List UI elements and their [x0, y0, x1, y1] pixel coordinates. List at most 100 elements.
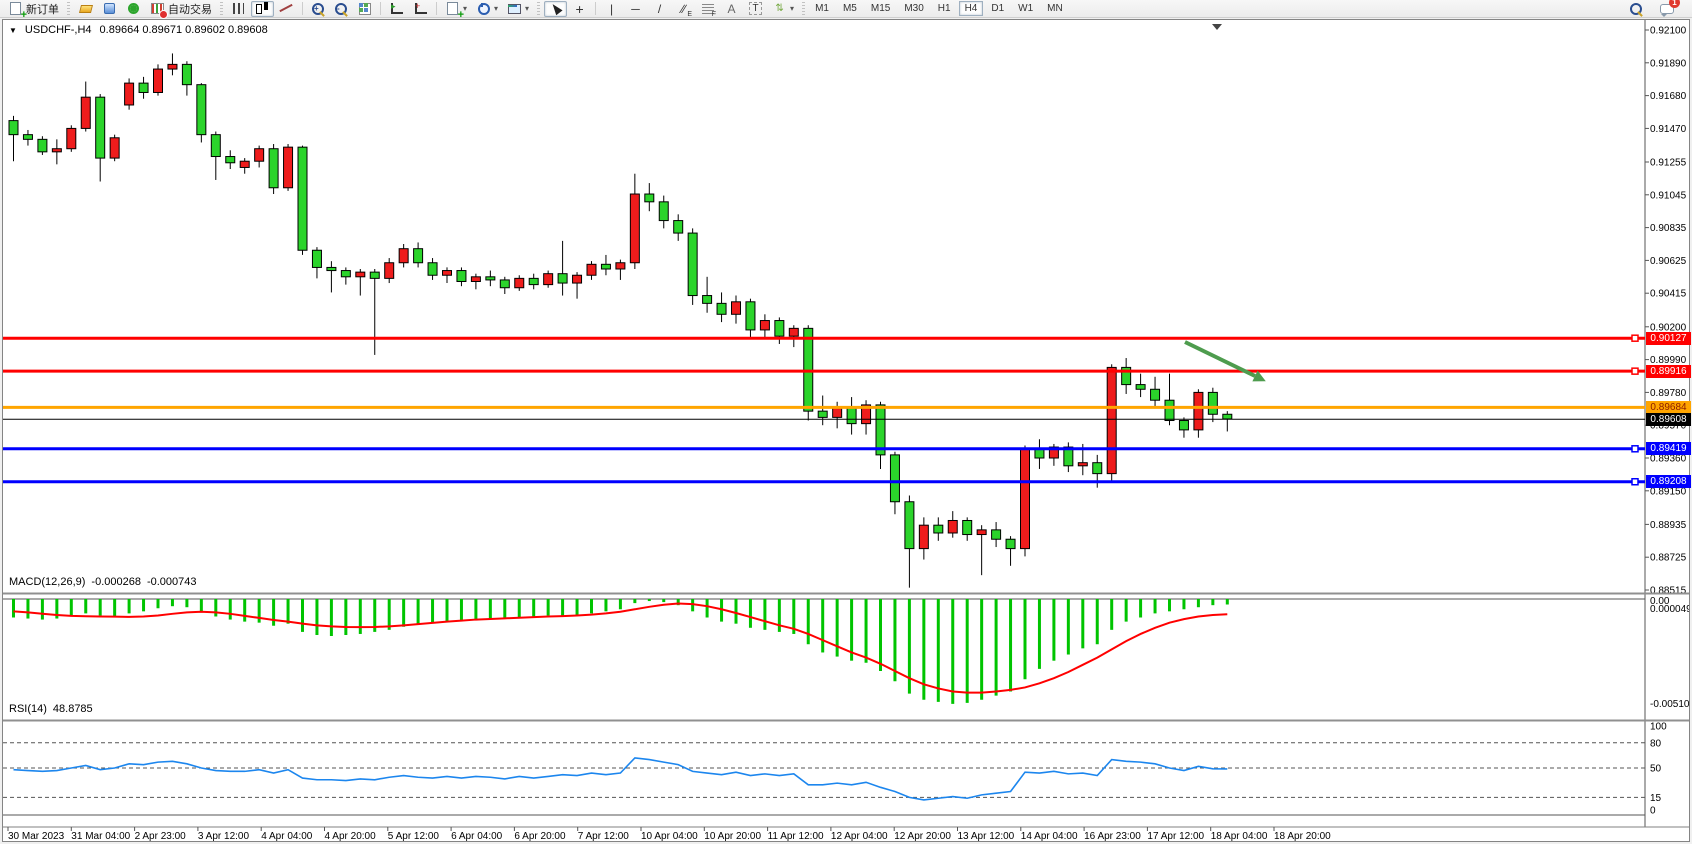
search-button[interactable]	[1625, 1, 1647, 17]
svg-text:12 Apr 04:00: 12 Apr 04:00	[831, 831, 888, 841]
template-icon	[507, 1, 522, 16]
toolbar-grip	[537, 2, 540, 15]
templates-button[interactable]: ▾	[503, 1, 533, 17]
cursor-button[interactable]	[544, 1, 567, 17]
text-label-icon: T	[748, 1, 763, 16]
line-chart-button[interactable]	[275, 1, 298, 17]
zoom-in-button[interactable]: +	[307, 1, 329, 17]
toolbar-grip	[802, 2, 805, 15]
tile-windows-button[interactable]	[353, 1, 376, 17]
toolbar-separator	[302, 2, 303, 15]
fibonacci-button[interactable]: F	[696, 1, 719, 17]
macd-signal-value: -0.000743	[147, 576, 197, 588]
timeframe-m15-button[interactable]: M15	[865, 1, 896, 16]
svg-text:5 Apr 12:00: 5 Apr 12:00	[388, 831, 440, 841]
market-watch-icon	[78, 1, 93, 16]
zoom-out-button[interactable]: -	[330, 1, 352, 17]
timeframe-group: M1M5M15M30H1H4D1W1MN	[809, 1, 1069, 16]
timeframe-d1-button[interactable]: D1	[985, 1, 1010, 16]
chat-icon: 1	[1659, 1, 1674, 16]
svg-text:2 Apr 23:00: 2 Apr 23:00	[135, 831, 187, 841]
svg-text:0.91255: 0.91255	[1650, 157, 1687, 168]
svg-text:50: 50	[1650, 764, 1662, 775]
macd-indicator-label: MACD(12,26,9) -0.000268 -0.000743	[9, 576, 197, 588]
svg-text:4 Apr 04:00: 4 Apr 04:00	[261, 831, 313, 841]
timeframe-m30-button[interactable]: M30	[898, 1, 929, 16]
vertical-line-icon: |	[604, 1, 619, 16]
fibonacci-icon: F	[700, 1, 715, 16]
search-icon	[1629, 2, 1643, 16]
toolbar-separator	[595, 2, 596, 15]
auto-trading-icon	[150, 1, 165, 16]
auto-scroll-icon: ▸	[389, 1, 404, 16]
chevron-down-icon: ▾	[494, 4, 498, 13]
auto-trading-button[interactable]: 自动交易	[146, 1, 216, 17]
bar-chart-button[interactable]	[227, 1, 250, 17]
tile-windows-icon	[357, 1, 372, 16]
level-price-badge: 0.89916	[1646, 365, 1691, 378]
svg-text:100: 100	[1650, 722, 1667, 733]
candlestick-chart-button[interactable]	[251, 1, 274, 17]
timeframe-w1-button[interactable]: W1	[1012, 1, 1039, 16]
chart-shift-icon: +	[413, 1, 428, 16]
timeframe-h1-button[interactable]: H1	[932, 1, 957, 16]
toolbar-separator	[380, 2, 381, 15]
horizontal-line-button[interactable]: ─	[624, 1, 647, 17]
svg-text:12 Apr 20:00: 12 Apr 20:00	[894, 831, 951, 841]
svg-text:0.88725: 0.88725	[1650, 553, 1687, 564]
zoom-out-icon: -	[334, 2, 348, 16]
data-window-button[interactable]	[98, 1, 121, 17]
indicators-icon	[445, 1, 460, 16]
svg-text:0.91470: 0.91470	[1650, 124, 1687, 135]
collapse-triangle-icon[interactable]: ▼	[9, 26, 17, 35]
vertical-line-button[interactable]: |	[600, 1, 623, 17]
arrows-icon: ⇅	[772, 1, 787, 16]
navigator-button[interactable]	[122, 1, 145, 17]
svg-text:7 Apr 12:00: 7 Apr 12:00	[578, 831, 630, 841]
svg-text:15: 15	[1650, 793, 1662, 804]
periods-button[interactable]: ▾	[472, 1, 502, 17]
horizontal-line-icon: ─	[628, 1, 643, 16]
chart-window[interactable]: ▼ USDCHF-,H4 0.89664 0.89671 0.89602 0.8…	[2, 19, 1690, 842]
trendline-icon: /	[652, 1, 667, 16]
chart-shift-button[interactable]: +	[409, 1, 432, 17]
new-order-label: 新订单	[26, 1, 59, 17]
notification-badge: 1	[1669, 0, 1680, 8]
text-button[interactable]: A	[720, 1, 743, 17]
price-chart-canvas[interactable]: 0.921000.918900.916800.914700.912550.910…	[3, 20, 1689, 841]
trading-terminal-window: 新订单 自动交易 + - ▸ + ▾ ▾ ▾ + | ─ / ∕∕E F A	[0, 0, 1692, 844]
candlestick-chart-icon	[255, 1, 270, 16]
svg-text:0.91680: 0.91680	[1650, 91, 1687, 102]
chevron-down-icon: ▾	[790, 4, 794, 13]
arrows-button[interactable]: ⇅▾	[768, 1, 798, 17]
svg-text:0.90835: 0.90835	[1650, 223, 1687, 234]
rsi-indicator-label: RSI(14) 48.8785	[9, 703, 93, 715]
indicators-button[interactable]: ▾	[441, 1, 471, 17]
equidistant-channel-icon: ∕∕E	[676, 1, 691, 16]
level-price-badge: 0.89208	[1646, 475, 1691, 488]
timeframe-m5-button[interactable]: M5	[837, 1, 863, 16]
auto-scroll-button[interactable]: ▸	[385, 1, 408, 17]
crosshair-button[interactable]: +	[568, 1, 591, 17]
trendline-button[interactable]: /	[648, 1, 671, 17]
text-label-button[interactable]: T	[744, 1, 767, 17]
toolbar-grip	[67, 2, 70, 15]
level-price-badge: 0.90127	[1646, 332, 1691, 345]
auto-trading-label: 自动交易	[168, 1, 212, 17]
timeframe-h4-button[interactable]: H4	[959, 1, 984, 16]
line-chart-icon	[279, 1, 294, 16]
notifications-button[interactable]: 1	[1655, 1, 1678, 17]
equidistant-channel-button[interactable]: ∕∕E	[672, 1, 695, 17]
cursor-icon	[548, 1, 563, 16]
timeframe-m1-button[interactable]: M1	[809, 1, 835, 16]
timeframe-mn-button[interactable]: MN	[1041, 1, 1069, 16]
svg-text:17 Apr 12:00: 17 Apr 12:00	[1147, 831, 1204, 841]
toolbar-separator	[436, 2, 437, 15]
svg-text:0.89780: 0.89780	[1650, 388, 1687, 399]
data-window-icon	[102, 1, 117, 16]
market-watch-button[interactable]	[74, 1, 97, 17]
svg-text:13 Apr 12:00: 13 Apr 12:00	[958, 831, 1015, 841]
chart-symbol-period: USDCHF-,H4	[25, 24, 92, 36]
rsi-value: 48.8785	[53, 703, 93, 715]
new-order-button[interactable]: 新订单	[4, 1, 63, 17]
